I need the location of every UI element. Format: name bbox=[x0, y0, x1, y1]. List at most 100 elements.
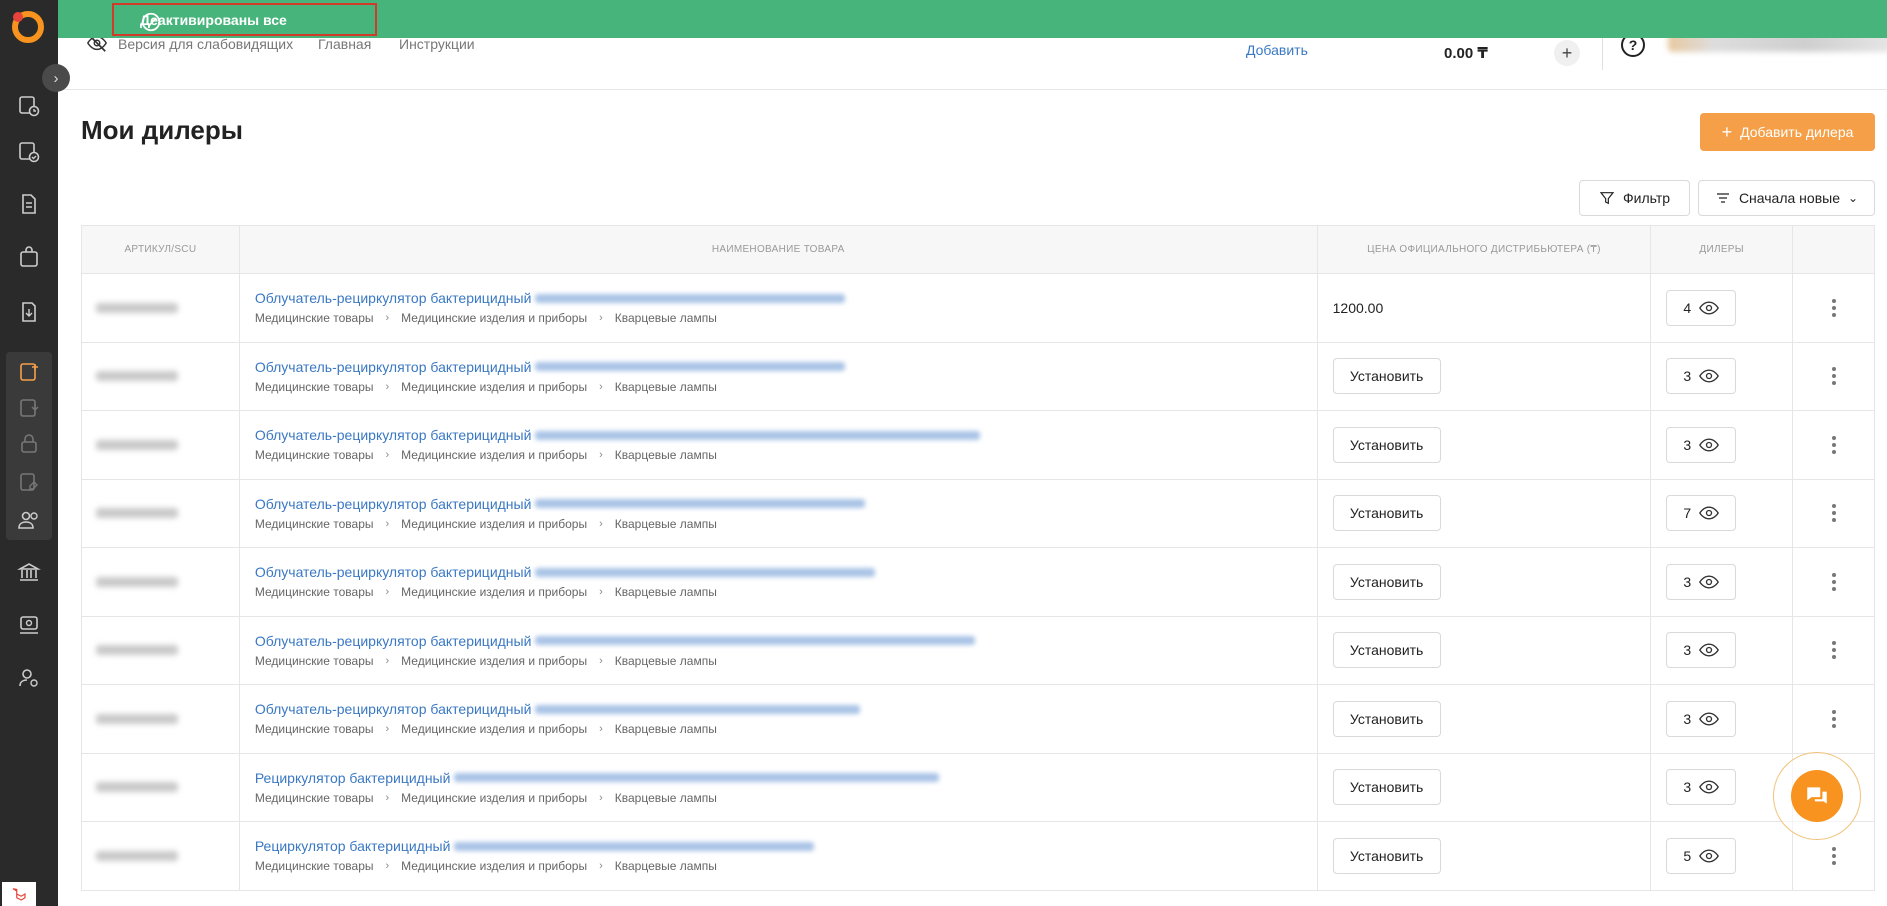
more-vertical-icon[interactable] bbox=[1793, 709, 1874, 729]
dealers-count-button[interactable]: 4 bbox=[1666, 289, 1737, 326]
breadcrumb-item[interactable]: Медицинские изделия и приборы bbox=[401, 859, 587, 873]
sidebar-item-bag[interactable] bbox=[0, 235, 58, 279]
table-row[interactable]: Облучатель-рециркулятор бактерицидный Ме… bbox=[82, 274, 1874, 343]
dealers-count-button[interactable]: 3 bbox=[1666, 563, 1737, 600]
add-dealer-button[interactable]: + Добавить дилера bbox=[1700, 113, 1875, 151]
breadcrumb-item[interactable]: Медицинские изделия и приборы bbox=[401, 517, 587, 531]
breadcrumb-item[interactable]: Медицинские товары bbox=[255, 585, 374, 599]
sort-dropdown[interactable]: Сначала новые ⌄ bbox=[1698, 180, 1875, 216]
breadcrumb-item[interactable]: Кварцевые лампы bbox=[615, 585, 717, 599]
product-link[interactable]: Облучатель-рециркулятор бактерицидный bbox=[255, 701, 861, 717]
document-edit-icon bbox=[20, 473, 38, 491]
set-price-button[interactable]: Установить bbox=[1332, 700, 1441, 737]
breadcrumb-item[interactable]: Медицинские изделия и приборы bbox=[401, 380, 587, 394]
filter-button[interactable]: Фильтр bbox=[1579, 180, 1690, 216]
table-row[interactable]: Облучатель-рециркулятор бактерицидный Ме… bbox=[82, 685, 1874, 754]
breadcrumb-item[interactable]: Медицинские товары bbox=[255, 791, 374, 805]
more-vertical-icon[interactable] bbox=[1793, 298, 1874, 318]
product-link[interactable]: Облучатель-рециркулятор бактерицидный bbox=[255, 359, 846, 375]
set-price-button[interactable]: Установить bbox=[1332, 769, 1441, 806]
breadcrumb-item[interactable]: Кварцевые лампы bbox=[615, 380, 717, 394]
dealers-count-button[interactable]: 3 bbox=[1666, 358, 1737, 395]
breadcrumb-item[interactable]: Кварцевые лампы bbox=[615, 654, 717, 668]
breadcrumb-item[interactable]: Кварцевые лампы bbox=[615, 448, 717, 462]
sidebar-item-dealers[interactable] bbox=[0, 498, 58, 542]
breadcrumb-item[interactable]: Медицинские изделия и приборы bbox=[401, 311, 587, 325]
set-price-button[interactable]: Установить bbox=[1332, 495, 1441, 532]
name-cell: Рециркулятор бактерицидный Медицинские т… bbox=[240, 822, 1318, 890]
sidebar-collapse-button[interactable]: › bbox=[42, 64, 70, 92]
more-vertical-icon[interactable] bbox=[1793, 572, 1874, 592]
dealers-count-button[interactable]: 3 bbox=[1666, 426, 1737, 463]
top-up-button[interactable]: + bbox=[1554, 40, 1580, 66]
chevron-right-icon: › bbox=[599, 312, 603, 325]
dealers-cell: 3 bbox=[1651, 753, 1794, 821]
more-vertical-icon[interactable] bbox=[1793, 846, 1874, 866]
column-price[interactable]: Цена официального дистрибьютера (₸) bbox=[1318, 226, 1652, 273]
more-vertical-icon[interactable] bbox=[1793, 640, 1874, 660]
breadcrumb-item[interactable]: Медицинские изделия и приборы bbox=[401, 448, 587, 462]
sidebar-item-support[interactable] bbox=[0, 603, 58, 647]
table-row[interactable]: Облучатель-рециркулятор бактерицидный Ме… bbox=[82, 616, 1874, 685]
product-link[interactable]: Облучатель-рециркулятор бактерицидный bbox=[255, 496, 866, 512]
table-row[interactable]: Облучатель-рециркулятор бактерицидный Ме… bbox=[82, 342, 1874, 411]
breadcrumb-item[interactable]: Медицинские изделия и приборы bbox=[401, 654, 587, 668]
product-link[interactable]: Облучатель-рециркулятор бактерицидный bbox=[255, 633, 976, 649]
breadcrumb-item[interactable]: Кварцевые лампы bbox=[615, 517, 717, 531]
breadcrumb-item[interactable]: Медицинские изделия и приборы bbox=[401, 585, 587, 599]
dealers-count-button[interactable]: 5 bbox=[1666, 837, 1737, 874]
breadcrumb-item[interactable]: Кварцевые лампы bbox=[615, 722, 717, 736]
product-link[interactable]: Облучатель-рециркулятор бактерицидный bbox=[255, 427, 981, 443]
home-link[interactable]: Главная bbox=[318, 36, 371, 52]
breadcrumb-item[interactable]: Медицинские изделия и приборы bbox=[401, 722, 587, 736]
column-sku[interactable]: Артикул/SCU bbox=[82, 226, 240, 273]
table-row[interactable]: Облучатель-рециркулятор бактерицидный Ме… bbox=[82, 548, 1874, 617]
set-price-button[interactable]: Установить bbox=[1332, 426, 1441, 463]
table-row[interactable]: Облучатель-рециркулятор бактерицидный Ме… bbox=[82, 411, 1874, 480]
breadcrumb-item[interactable]: Медицинские товары bbox=[255, 859, 374, 873]
table-row[interactable]: Рециркулятор бактерицидный Медицинские т… bbox=[82, 822, 1874, 891]
sidebar-item-bank[interactable] bbox=[0, 550, 58, 594]
breadcrumb-item[interactable]: Медицинские товары bbox=[255, 517, 374, 531]
dealers-count-button[interactable]: 7 bbox=[1666, 495, 1737, 532]
breadcrumb-item[interactable]: Медицинские товары bbox=[255, 448, 374, 462]
breadcrumb-item[interactable]: Медицинские товары bbox=[255, 380, 374, 394]
sidebar-item-import[interactable] bbox=[0, 290, 58, 334]
breadcrumb-item[interactable]: Медицинские товары bbox=[255, 722, 374, 736]
breadcrumb-item[interactable]: Кварцевые лампы bbox=[615, 791, 717, 805]
accessibility-link[interactable]: Версия для слабовидящих bbox=[118, 36, 293, 52]
product-link[interactable]: Рециркулятор бактерицидный bbox=[255, 770, 940, 786]
column-dealers[interactable]: Дилеры bbox=[1651, 226, 1794, 273]
product-link[interactable]: Облучатель-рециркулятор бактерицидный bbox=[255, 564, 876, 580]
more-vertical-icon[interactable] bbox=[1793, 503, 1874, 523]
set-price-button[interactable]: Установить bbox=[1332, 358, 1441, 395]
product-link[interactable]: Рециркулятор бактерицидный bbox=[255, 838, 815, 854]
breadcrumb-item[interactable]: Медицинские товары bbox=[255, 654, 374, 668]
table-row[interactable]: Рециркулятор бактерицидный Медицинские т… bbox=[82, 753, 1874, 822]
chat-button[interactable] bbox=[1773, 752, 1861, 840]
instructions-link[interactable]: Инструкции bbox=[399, 36, 475, 52]
set-price-button[interactable]: Установить bbox=[1332, 632, 1441, 669]
column-name[interactable]: Наименование товара bbox=[240, 226, 1318, 273]
breadcrumb-item[interactable]: Медицинские изделия и приборы bbox=[401, 791, 587, 805]
dealers-count-button[interactable]: 3 bbox=[1666, 700, 1737, 737]
set-price-button[interactable]: Установить bbox=[1332, 563, 1441, 600]
dealers-count-button[interactable]: 3 bbox=[1666, 769, 1737, 806]
price-cell: Установить bbox=[1318, 342, 1652, 410]
sidebar-item-account[interactable] bbox=[0, 656, 58, 700]
dealers-count-button[interactable]: 3 bbox=[1666, 632, 1737, 669]
sidebar-item-approved[interactable] bbox=[0, 130, 58, 174]
sidebar-item-documents[interactable] bbox=[0, 182, 58, 226]
more-vertical-icon[interactable] bbox=[1793, 366, 1874, 386]
more-vertical-icon[interactable] bbox=[1793, 435, 1874, 455]
actions-cell bbox=[1793, 343, 1874, 411]
table-row[interactable]: Облучатель-рециркулятор бактерицидный Ме… bbox=[82, 479, 1874, 548]
add-funds-link[interactable]: Добавить bbox=[1246, 42, 1308, 58]
app-logo[interactable] bbox=[9, 8, 45, 44]
set-price-button[interactable]: Установить bbox=[1332, 837, 1441, 874]
breadcrumb-item[interactable]: Кварцевые лампы bbox=[615, 311, 717, 325]
breadcrumb-item[interactable]: Кварцевые лампы bbox=[615, 859, 717, 873]
breadcrumb-item[interactable]: Медицинские товары bbox=[255, 311, 374, 325]
dealers-count: 3 bbox=[1683, 710, 1692, 727]
product-link[interactable]: Облучатель-рециркулятор бактерицидный bbox=[255, 290, 846, 306]
